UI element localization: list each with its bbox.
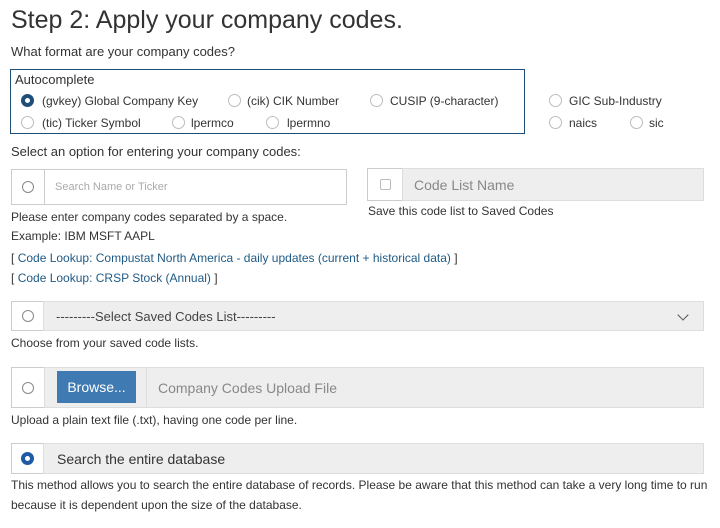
entire-db-label: Search the entire database (57, 450, 226, 467)
saved-codes-select[interactable]: ---------Select Saved Codes List--------… (43, 301, 704, 331)
save-list-checkbox[interactable] (379, 179, 391, 190)
browse-button[interactable]: Browse... (57, 371, 136, 403)
option-label-gic: GIC Sub-Industry (569, 94, 662, 108)
search-placeholder: Search Name or Ticker (55, 181, 168, 193)
entire-db-radio-addon[interactable] (11, 443, 44, 474)
entire-db-help-line1: This method allows you to search the ent… (11, 478, 708, 492)
radio-entire-db[interactable] (21, 452, 34, 465)
saved-codes-select-value: ---------Select Saved Codes List--------… (56, 308, 276, 324)
link-close-bracket: ] (454, 251, 458, 265)
link-close-bracket: ] (214, 271, 218, 285)
upload-file-input[interactable]: Company Codes Upload File (146, 367, 704, 408)
radio-gic[interactable] (549, 94, 562, 107)
radio-saved-codes[interactable] (21, 310, 34, 322)
option-label-naics: naics (569, 116, 598, 130)
link-open-bracket: [ (11, 251, 15, 265)
entire-db-help-line2: because it is dependent upon the size of… (11, 498, 302, 512)
radio-gvkey[interactable] (21, 94, 34, 107)
chevron-down-icon (677, 309, 689, 321)
manual-entry-help: Please enter company codes separated by … (11, 210, 288, 224)
option-label-lpermno: lpermno (287, 116, 331, 130)
code-lookup-compustat: [ Code Lookup: Compustat North America -… (11, 251, 458, 265)
save-list-label: Save this code list to Saved Codes (368, 204, 554, 218)
option-label-tic: (tic) Ticker Symbol (42, 116, 141, 130)
radio-upload[interactable] (22, 381, 34, 394)
save-list-checkbox-addon[interactable] (367, 168, 403, 201)
code-lookup-crsp: [ Code Lookup: CRSP Stock (Annual) ] (11, 271, 218, 285)
radio-cik[interactable] (228, 94, 241, 107)
link-open-bracket: [ (11, 271, 15, 285)
code-lookup-crsp-link[interactable]: Code Lookup: CRSP Stock (Annual) (18, 271, 211, 285)
radio-cusip[interactable] (370, 94, 383, 107)
entry-question: Select an option for entering your compa… (11, 144, 301, 159)
radio-naics[interactable] (549, 116, 562, 129)
search-input[interactable]: Search Name or Ticker (44, 169, 347, 205)
radio-sic[interactable] (630, 116, 643, 129)
code-list-name-input[interactable]: Code List Name (402, 168, 704, 201)
page-title: Step 2: Apply your company codes. (11, 6, 403, 34)
code-lookup-compustat-link[interactable]: Code Lookup: Compustat North America - d… (18, 251, 451, 265)
option-label-lpermco: lpermco (191, 116, 234, 130)
entire-db-option[interactable]: Search the entire database (43, 443, 704, 474)
option-label-cik: (cik) CIK Number (247, 94, 340, 108)
manual-entry-example: Example: IBM MSFT AAPL (11, 229, 155, 243)
manual-entry-radio-addon[interactable] (11, 169, 45, 205)
browse-button-label: Browse... (67, 379, 126, 395)
radio-tic[interactable] (21, 116, 34, 129)
radio-lpermno[interactable] (266, 116, 279, 129)
upload-file-placeholder: Company Codes Upload File (158, 379, 337, 396)
code-list-name-placeholder: Code List Name (414, 176, 515, 193)
saved-codes-radio-addon[interactable] (11, 301, 44, 331)
saved-codes-help: Choose from your saved code lists. (11, 336, 199, 350)
radio-lpermco[interactable] (172, 116, 185, 129)
format-question: What format are your company codes? (11, 44, 235, 59)
option-label-cusip: CUSIP (9-character) (390, 94, 499, 108)
radio-manual-entry[interactable] (22, 181, 34, 193)
upload-help: Upload a plain text file (.txt), having … (11, 413, 298, 427)
format-group-legend: Autocomplete (15, 72, 95, 87)
upload-radio-addon[interactable] (11, 367, 45, 408)
option-label-sic: sic (649, 116, 664, 130)
option-label-gvkey: (gvkey) Global Company Key (42, 94, 199, 108)
